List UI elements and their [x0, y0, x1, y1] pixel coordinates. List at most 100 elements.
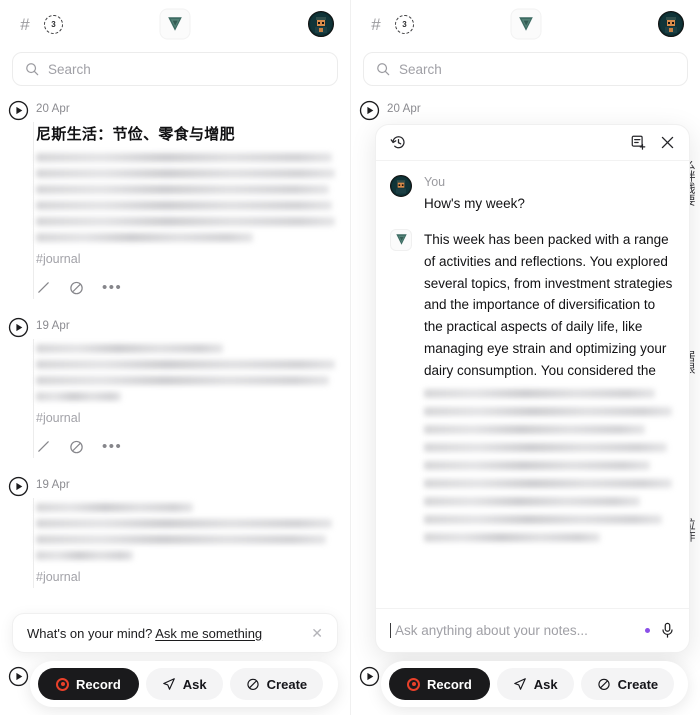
text-caret [390, 623, 391, 638]
app-logo[interactable] [159, 8, 191, 40]
left-panel: # 3 Search 20 Apr 尼斯生活：节俭、零食与增肥 #journal… [0, 0, 350, 715]
message-author: You [424, 175, 446, 189]
ask-label: Ask [182, 676, 207, 692]
paper-plane-icon [162, 678, 175, 690]
entry-rail [33, 498, 34, 588]
play-icon[interactable] [8, 666, 29, 687]
user-avatar-icon [309, 12, 333, 36]
entry-title: 尼斯生活：节俭、零食与增肥 [36, 125, 235, 143]
suggestion-prompt-card[interactable]: What's on your mind? Ask me something ✕ [12, 613, 338, 653]
create-button[interactable]: Create [229, 668, 324, 700]
search-input[interactable]: Search [363, 52, 688, 86]
sparkle-circle-icon[interactable] [69, 280, 84, 295]
search-icon [26, 63, 39, 76]
search-placeholder: Search [48, 61, 91, 77]
play-icon[interactable] [8, 100, 29, 121]
entry-date: 20 Apr [387, 103, 421, 115]
ask-button[interactable]: Ask [496, 668, 574, 700]
ask-label: Ask [533, 676, 558, 692]
chat-messages: You How's my week? This week has been pa… [376, 161, 689, 608]
topbar-left-group: # 3 [367, 14, 414, 34]
app-logo[interactable] [510, 8, 541, 40]
edit-pencil-icon[interactable] [36, 280, 51, 295]
ask-button[interactable]: Ask [145, 668, 223, 700]
chat-message-user: You How's my week? [390, 175, 675, 215]
paper-plane-icon [513, 678, 526, 690]
entry-body-blurred [36, 503, 338, 560]
pending-count-badge[interactable]: 3 [44, 14, 63, 34]
hash-icon[interactable]: # [367, 15, 385, 33]
assistant-logo [390, 228, 412, 251]
record-button[interactable]: Record [38, 668, 139, 700]
topbar-left-group: # 3 [16, 14, 63, 34]
sparkle-circle-icon[interactable] [69, 439, 84, 454]
message-column: This week has been packed with a range o… [424, 229, 675, 551]
entry-feed-left: 20 Apr 尼斯生活：节俭、零食与增肥 #journal ••• 19 Apr… [0, 86, 350, 588]
list-item[interactable]: 20 Apr 尼斯生活：节俭、零食与增肥 #journal ••• [8, 100, 338, 299]
list-item[interactable]: 19 Apr #journal [8, 476, 338, 588]
sparkle-circle-icon [247, 678, 259, 690]
create-button[interactable]: Create [580, 668, 675, 700]
app-logo-triangle-icon [395, 234, 407, 246]
hash-icon[interactable]: # [16, 15, 34, 33]
record-button[interactable]: Record [389, 668, 490, 700]
prompt-link[interactable]: Ask me something [155, 626, 262, 641]
new-note-icon[interactable] [630, 134, 647, 151]
entry-date: 20 Apr [36, 103, 70, 115]
message-text: How's my week? [424, 196, 525, 211]
prompt-lead: What's on your mind? [27, 625, 156, 641]
app-logo-triangle-icon [168, 17, 182, 31]
top-bar-right: # 3 [351, 0, 700, 48]
entry-tag[interactable]: #journal [36, 252, 338, 266]
more-options-icon[interactable]: ••• [102, 439, 122, 454]
message-text: This week has been packed with a range o… [424, 231, 673, 379]
entry-tag[interactable]: #journal [36, 570, 338, 584]
message-text-blurred [424, 388, 675, 542]
user-avatar-icon [659, 12, 683, 36]
chat-panel: You How's my week? This week has been pa… [375, 124, 690, 653]
entry-date: 19 Apr [36, 320, 70, 332]
close-icon[interactable]: ✕ [311, 626, 323, 640]
play-icon[interactable] [8, 476, 29, 497]
sparkle-circle-icon [598, 678, 610, 690]
play-icon[interactable] [359, 666, 380, 687]
entry-date: 19 Apr [36, 479, 70, 491]
record-label: Record [427, 676, 472, 692]
bottom-toolbar: Record Ask Create [30, 661, 338, 707]
top-bar-left: # 3 [0, 0, 350, 48]
play-icon[interactable] [8, 317, 29, 338]
badge-count-label: 3 [51, 19, 56, 29]
pending-count-badge[interactable]: 3 [395, 14, 414, 34]
create-label: Create [617, 676, 659, 692]
user-avatar[interactable] [658, 11, 684, 37]
close-icon[interactable] [660, 135, 675, 150]
record-dot-icon [56, 677, 69, 691]
app-logo-triangle-icon [518, 17, 533, 31]
user-avatar[interactable] [308, 11, 334, 37]
entry-tag[interactable]: #journal [36, 411, 338, 425]
chat-message-assistant: This week has been packed with a range o… [390, 228, 675, 551]
prompt-text: What's on your mind? Ask me something [27, 626, 311, 641]
right-panel: # 3 Search 20 Apr You How's my week? Thi… [350, 0, 700, 715]
user-avatar [390, 175, 412, 197]
list-item[interactable]: 20 Apr [359, 100, 688, 121]
history-icon[interactable] [390, 134, 407, 151]
microphone-icon[interactable] [660, 622, 675, 639]
app-root: # 3 Search 20 Apr 尼斯生活：节俭、零食与增肥 #journal… [0, 0, 700, 715]
edit-pencil-icon[interactable] [36, 439, 51, 454]
entry-body-blurred [36, 153, 338, 242]
chat-input[interactable]: Ask anything about your notes... [376, 608, 689, 652]
play-icon[interactable] [359, 100, 380, 121]
chat-header [376, 125, 689, 161]
search-input[interactable]: Search [12, 52, 338, 86]
entry-actions: ••• [36, 280, 338, 295]
more-options-icon[interactable]: ••• [102, 280, 122, 295]
create-label: Create [266, 676, 308, 692]
entry-actions: ••• [36, 439, 338, 454]
entry-feed-right: 20 Apr [351, 86, 700, 121]
badge-count-label: 3 [402, 19, 407, 29]
entry-rail [33, 339, 34, 458]
bottom-toolbar: Record Ask Create [381, 661, 688, 707]
chat-input-placeholder: Ask anything about your notes... [395, 623, 588, 638]
list-item[interactable]: 19 Apr #journal ••• [8, 317, 338, 458]
